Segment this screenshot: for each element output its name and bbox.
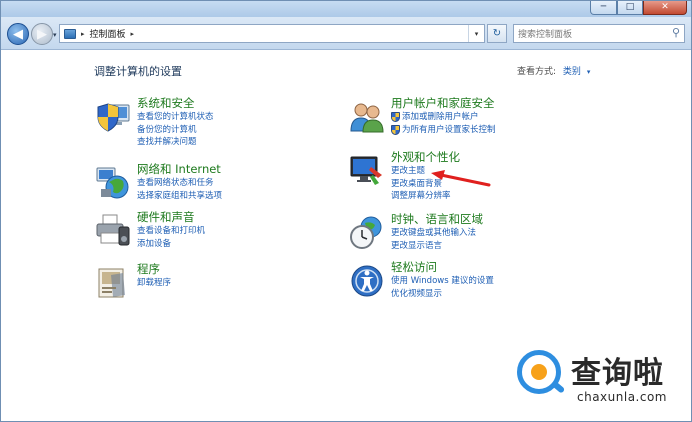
link-parental-controls[interactable]: 为所有用户设置家长控制 [391, 124, 496, 137]
uac-shield-icon [391, 124, 400, 135]
category-title[interactable]: 硬件和声音 [137, 210, 205, 225]
navigation-bar: ◀ ▶ ▾ ▸ 控制面板 ▸ ▾ ↻ 搜索控制面板 ⚲ [1, 17, 691, 50]
category-title[interactable]: 网络和 Internet [137, 162, 222, 177]
link-add-device[interactable]: 添加设备 [137, 238, 205, 251]
category-title[interactable]: 程序 [137, 262, 171, 277]
breadcrumb-separator-icon[interactable]: ▸ [131, 30, 135, 38]
programs-box-icon [98, 268, 125, 298]
watermark-q-tail [550, 380, 566, 394]
link-change-display-language[interactable]: 更改显示语言 [391, 240, 483, 253]
close-button[interactable]: ✕ [643, 1, 687, 15]
back-button[interactable]: ◀ [7, 23, 29, 45]
search-input[interactable]: 搜索控制面板 ⚲ [513, 24, 685, 43]
category-title[interactable]: 系统和安全 [137, 96, 214, 111]
view-by-dropdown[interactable]: 类别 [563, 67, 581, 77]
printer-speaker-icon [96, 214, 130, 246]
main-content: 调整计算机的设置 查看方式: 类别 ▾ 系统和安全 查看您的计算机状态 备份您的… [1, 51, 691, 421]
link-label[interactable]: 添加或删除用户帐户 [402, 111, 479, 124]
link-label[interactable]: 为所有用户设置家长控制 [402, 124, 496, 137]
accessibility-icon [351, 265, 383, 297]
link-windows-recommended-settings[interactable]: 使用 Windows 建议的设置 [391, 275, 494, 288]
search-placeholder: 搜索控制面板 [518, 30, 573, 40]
refresh-button[interactable]: ↻ [487, 24, 507, 43]
back-arrow-icon: ◀ [13, 26, 23, 42]
category-title[interactable]: 时钟、语言和区域 [391, 212, 483, 227]
category-title[interactable]: 轻松访问 [391, 260, 494, 275]
page-title: 调整计算机的设置 [94, 65, 182, 78]
minimize-button[interactable]: ─ [590, 1, 617, 15]
window-controls: ─ □ ✕ [590, 1, 687, 15]
view-by-control: 查看方式: 类别 ▾ [517, 64, 590, 77]
link-change-keyboard-input[interactable]: 更改键盘或其他输入法 [391, 227, 483, 240]
category-title[interactable]: 外观和个性化 [391, 150, 460, 165]
title-bar: ─ □ ✕ [1, 1, 691, 17]
annotation-arrow-icon [431, 170, 491, 187]
maximize-button[interactable]: □ [617, 1, 643, 15]
address-dropdown-button[interactable]: ▾ [468, 25, 484, 42]
link-optimize-video[interactable]: 优化视频显示 [391, 288, 494, 301]
link-view-computer-status[interactable]: 查看您的计算机状态 [137, 111, 214, 124]
control-panel-window: ─ □ ✕ ◀ ▶ ▾ ▸ 控制面板 ▸ ▾ ↻ 搜索控制面板 ⚲ 调整计算机的… [0, 0, 692, 422]
monitor-paint-icon [350, 156, 382, 185]
control-panel-icon [64, 28, 76, 39]
breadcrumb-control-panel[interactable]: 控制面板 [90, 27, 126, 40]
search-icon[interactable]: ⚲ [672, 26, 680, 39]
clock-globe-icon [350, 216, 382, 249]
category-title[interactable]: 用户帐户和家庭安全 [391, 96, 496, 111]
chevron-down-icon[interactable]: ▾ [587, 68, 591, 76]
link-adjust-resolution[interactable]: 调整屏幕分辨率 [391, 190, 460, 203]
users-icon [350, 103, 384, 133]
breadcrumb-separator-icon[interactable]: ▸ [81, 30, 85, 38]
network-globe-icon [96, 167, 129, 199]
link-homegroup-sharing[interactable]: 选择家庭组和共享选项 [137, 190, 222, 203]
forward-arrow-icon: ▶ [37, 26, 47, 42]
refresh-icon: ↻ [492, 28, 502, 39]
address-bar[interactable]: ▸ 控制面板 ▸ ▾ [59, 24, 485, 43]
recent-pages-dropdown[interactable]: ▾ [53, 31, 57, 39]
link-add-remove-accounts[interactable]: 添加或删除用户帐户 [391, 111, 496, 124]
shield-computer-icon [97, 103, 130, 132]
link-network-status[interactable]: 查看网络状态和任务 [137, 177, 222, 190]
link-devices-printers[interactable]: 查看设备和打印机 [137, 225, 205, 238]
watermark-url: chaxunla.com [577, 390, 667, 404]
link-backup-computer[interactable]: 备份您的计算机 [137, 124, 214, 137]
link-uninstall-program[interactable]: 卸载程序 [137, 277, 171, 290]
link-troubleshoot[interactable]: 查找并解决问题 [137, 136, 214, 149]
uac-shield-icon [391, 112, 400, 123]
view-by-label: 查看方式: [517, 67, 557, 77]
watermark-logo: 查询啦 chaxunla.com [517, 338, 687, 418]
watermark-text: 查询啦 [571, 356, 664, 391]
forward-button[interactable]: ▶ [31, 23, 53, 45]
